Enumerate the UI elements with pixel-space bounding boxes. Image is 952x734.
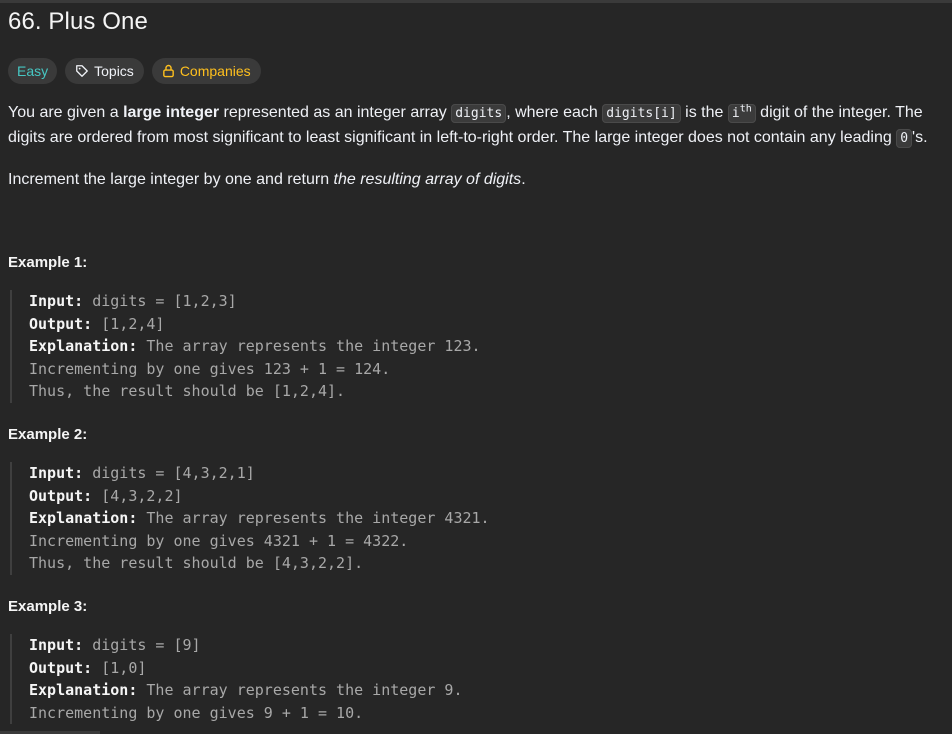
example-1-block: Input: digits = [1,2,3] Output: [1,2,4] Ex… <box>10 290 481 403</box>
output-value: [1,0] <box>92 658 147 677</box>
problem-title: 66. Plus One <box>8 8 148 35</box>
explanation-line: Thus, the result should be [1,2,4]. <box>29 382 346 400</box>
output-label: Output: <box>29 658 93 677</box>
explanation-line: The array represents the integer 123. <box>137 337 481 355</box>
tag-icon <box>75 64 89 78</box>
code-ith: ith <box>727 104 756 123</box>
input-label: Input: <box>29 464 84 482</box>
input-value: digits = [4,3,2,1] <box>83 464 255 482</box>
bold-term: large integer <box>123 104 220 121</box>
example-1-title: Example 1: <box>8 254 88 271</box>
lock-icon <box>162 64 175 78</box>
italic-term: the resulting array of digits <box>333 171 522 188</box>
input-label: Input: <box>29 292 84 310</box>
top-border <box>0 0 952 3</box>
explanation-line: The array represents the integer 9. <box>137 681 463 699</box>
input-value: digits = [1,2,3] <box>83 292 237 310</box>
output-label: Output: <box>29 314 93 333</box>
input-label: Input: <box>29 636 84 654</box>
companies-label: Companies <box>179 63 251 79</box>
code-digits: digits <box>451 104 507 123</box>
input-value: digits = [9] <box>83 636 201 654</box>
example-3-block: Input: digits = [9] Output: [1,0] Explanat… <box>10 634 462 724</box>
code-zero: 0 <box>896 129 913 148</box>
output-label: Output: <box>29 486 93 505</box>
topics-button[interactable]: Topics <box>65 58 144 84</box>
explanation-label: Explanation: <box>29 337 138 355</box>
explanation-line: The array represents the integer 4321. <box>137 509 490 527</box>
output-value: [4,3,2,2] <box>92 486 183 505</box>
explanation-line: Incrementing by one gives 9 + 1 = 10. <box>29 703 364 722</box>
explanation-label: Explanation: <box>29 509 138 527</box>
example-3-title: Example 3: <box>8 598 88 615</box>
explanation-label: Explanation: <box>29 681 138 699</box>
topics-label: Topics <box>94 63 134 79</box>
example-2-title: Example 2: <box>8 426 88 443</box>
description-paragraph-2: Increment the large integer by one and r… <box>8 171 526 188</box>
explanation-line: Incrementing by one gives 4321 + 1 = 432… <box>29 531 409 550</box>
companies-button[interactable]: Companies <box>151 58 261 84</box>
example-2-block: Input: digits = [4,3,2,1] Output: [4,3,2,… <box>10 462 490 575</box>
problem-description: You are given a large integer represente… <box>8 101 938 192</box>
code-digits-i: digits[i] <box>602 104 681 123</box>
difficulty-badge[interactable]: Easy <box>8 58 58 84</box>
explanation-line: Thus, the result should be [4,3,2,2]. <box>29 554 364 572</box>
output-value: [1,2,4] <box>92 314 165 333</box>
description-paragraph-1: You are given a large integer represente… <box>8 103 928 148</box>
explanation-line: Incrementing by one gives 123 + 1 = 124. <box>29 359 391 378</box>
tag-row: Easy Topics Companies <box>8 58 261 84</box>
